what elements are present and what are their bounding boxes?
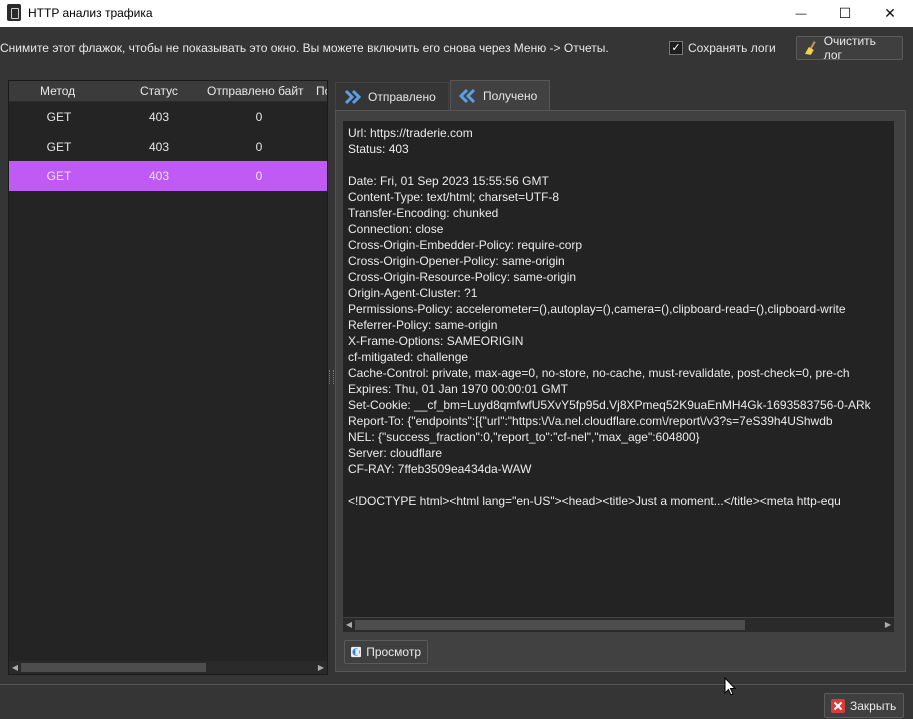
response-horizontal-scrollbar[interactable]: ◀ ▶ xyxy=(343,618,894,632)
column-sent-bytes[interactable]: Отправлено байт xyxy=(207,84,304,98)
title-bar: HTTP анализ трафика — ☐ ✕ xyxy=(0,0,913,27)
response-line xyxy=(348,477,871,493)
close-label: Закрыть xyxy=(850,698,897,713)
close-red-icon xyxy=(831,698,845,713)
cell-sent: 0 xyxy=(255,169,263,183)
clear-log-button[interactable]: Очистить лог xyxy=(796,34,903,62)
response-line: Status: 403 xyxy=(348,142,409,156)
minimize-button[interactable]: — xyxy=(778,0,824,27)
response-line: Cross-Origin-Opener-Policy: same-origin xyxy=(348,254,565,268)
save-logs-label: Сохранять логи xyxy=(688,41,776,55)
table-row[interactable]: GET 403 0 xyxy=(9,132,327,162)
response-line: Date: Fri, 01 Sep 2023 15:55:56 GMT xyxy=(348,174,549,188)
scroll-right-icon[interactable]: ▶ xyxy=(882,618,894,632)
response-line: Expires: Thu, 01 Jan 1970 00:00:01 GMT xyxy=(348,382,568,396)
info-text: Снимите этот флажок, чтобы не показывать… xyxy=(0,41,609,55)
maximize-icon: ☐ xyxy=(838,5,852,21)
app-icon xyxy=(7,4,21,21)
close-window-button[interactable]: ✕ xyxy=(867,0,913,27)
tab-sent-label: Отправлено xyxy=(368,89,436,104)
table-row[interactable]: GET 403 0 xyxy=(9,102,327,132)
clear-log-label: Очистить лог xyxy=(823,34,876,62)
column-more[interactable]: По xyxy=(316,84,327,98)
response-line: NEL: {"success_fraction":0,"report_to":"… xyxy=(348,430,700,444)
response-line: Cross-Origin-Embedder-Policy: require-co… xyxy=(348,238,583,252)
response-line: Origin-Agent-Cluster: ?1 xyxy=(348,286,478,300)
tab-sent[interactable]: Отправлено xyxy=(335,82,449,110)
response-line: Permissions-Policy: accelerometer=(),aut… xyxy=(348,302,846,316)
splitter-handle[interactable] xyxy=(329,370,334,384)
response-line: CF-RAY: 7ffeb3509ea434da-WAW xyxy=(348,462,532,476)
request-list[interactable]: Метод Статус Отправлено байт По GET 403 … xyxy=(8,80,328,675)
request-table-header: Метод Статус Отправлено байт По xyxy=(9,81,327,102)
preview-label: Просмотр xyxy=(366,645,421,659)
scroll-thumb[interactable] xyxy=(355,620,745,630)
response-line: Set-Cookie: __cf_bm=Luyd8qmfwfU5XvY5fp95… xyxy=(348,398,871,412)
tab-received[interactable]: Получено xyxy=(450,80,550,110)
response-text-area[interactable]: Url: https://traderie.com Status: 403 Dat… xyxy=(343,121,894,617)
tab-received-label: Получено xyxy=(483,88,538,103)
cell-method: GET xyxy=(46,110,72,124)
cell-status: 403 xyxy=(148,140,170,154)
chevrons-left-icon xyxy=(459,88,476,103)
maximize-button[interactable]: ☐ xyxy=(822,0,868,27)
response-line: <!DOCTYPE html><html lang="en-US"><head>… xyxy=(348,494,841,508)
chevrons-right-icon xyxy=(344,89,362,104)
mouse-cursor-icon xyxy=(724,677,736,696)
browser-icon xyxy=(351,646,362,658)
close-dialog-button[interactable]: Закрыть xyxy=(824,693,904,718)
response-line: cf-mitigated: challenge xyxy=(348,350,469,364)
response-line: Server: cloudflare xyxy=(348,446,443,460)
response-lines: Url: https://traderie.com Status: 403 Dat… xyxy=(348,125,871,509)
scroll-thumb[interactable] xyxy=(21,663,206,672)
column-status[interactable]: Статус xyxy=(140,84,178,98)
minimize-icon: — xyxy=(795,7,807,20)
response-line xyxy=(348,157,871,173)
divider xyxy=(0,684,913,685)
cell-sent: 0 xyxy=(255,140,263,154)
response-line: Transfer-Encoding: chunked xyxy=(348,206,499,220)
save-logs-checkbox[interactable]: ✓ xyxy=(669,41,683,55)
close-icon: ✕ xyxy=(884,5,896,21)
response-line: Cross-Origin-Resource-Policy: same-origi… xyxy=(348,270,577,284)
scroll-right-icon[interactable]: ▶ xyxy=(315,661,327,674)
cell-method: GET xyxy=(46,169,72,183)
window-title: HTTP анализ трафика xyxy=(28,6,153,20)
response-line: Content-Type: text/html; charset=UTF-8 xyxy=(348,190,560,204)
preview-button[interactable]: Просмотр xyxy=(344,640,428,664)
cell-method: GET xyxy=(46,140,72,154)
broom-icon xyxy=(804,41,816,55)
scroll-left-icon[interactable]: ◀ xyxy=(343,618,355,632)
table-row-selected[interactable]: GET 403 0 xyxy=(9,161,327,191)
cell-status: 403 xyxy=(148,110,170,124)
response-line: X-Frame-Options: SAMEORIGIN xyxy=(348,334,524,348)
scroll-left-icon[interactable]: ◀ xyxy=(9,661,21,674)
response-line: Report-To: {"endpoints":[{"url":"https:\… xyxy=(348,414,833,428)
response-line: Connection: close xyxy=(348,222,444,236)
response-line: Referrer-Policy: same-origin xyxy=(348,318,498,332)
cell-status: 403 xyxy=(148,169,170,183)
response-line: Cache-Control: private, max-age=0, no-st… xyxy=(348,366,850,380)
response-line: Url: https://traderie.com xyxy=(348,126,473,140)
cell-sent: 0 xyxy=(255,110,263,124)
info-bar: Снимите этот флажок, чтобы не показывать… xyxy=(0,27,913,69)
column-method[interactable]: Метод xyxy=(40,84,75,98)
list-horizontal-scrollbar[interactable]: ◀ ▶ xyxy=(9,661,327,674)
